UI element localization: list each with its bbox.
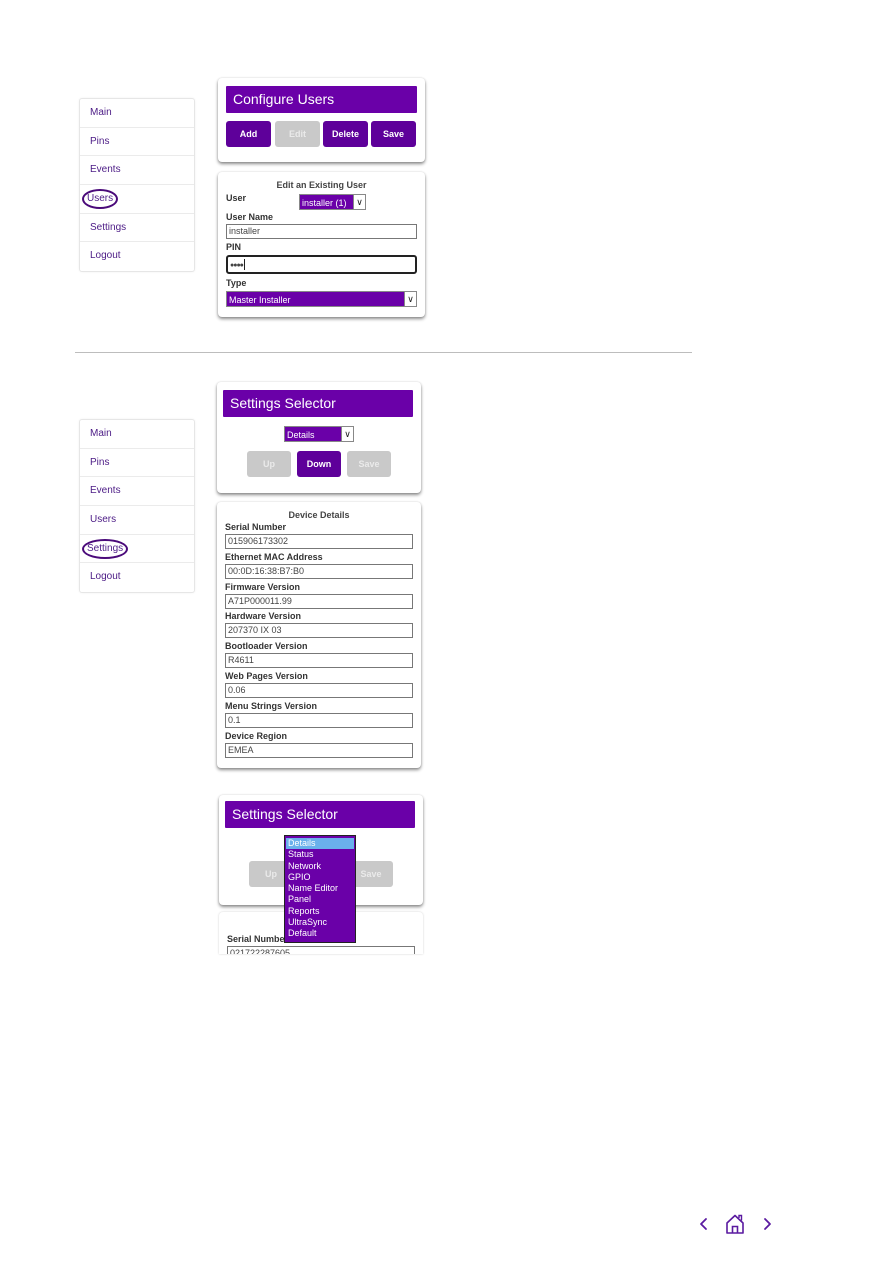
sidebar-item-logout[interactable]: Logout: [80, 242, 194, 271]
chevron-down-icon: ∨: [341, 427, 353, 441]
configure-users-card: Configure Users Add Edit Delete Save: [218, 78, 425, 162]
dropdown-options: Details Status Network GPIO Name Editor Panel…: [286, 838, 354, 940]
dropdown-option-gpio[interactable]: GPIO: [286, 872, 354, 883]
firmware-version-label: Firmware Version: [225, 581, 301, 592]
prev-page-button[interactable]: [697, 1212, 711, 1236]
dropdown-option-ultrasync[interactable]: UltraSync: [286, 917, 354, 928]
ethernet-mac-address-field[interactable]: 00:0D:16:38:B7:B0: [225, 563, 413, 579]
serial-number-label: Serial Number: [225, 522, 287, 532]
serial-number-field[interactable]: 015906173302: [225, 534, 413, 549]
home-icon: [726, 1214, 744, 1234]
type-select[interactable]: Master Installer ∨: [226, 291, 417, 307]
user-select[interactable]: installer (1) ∨: [299, 194, 366, 210]
device-region-field[interactable]: EMEA: [225, 742, 413, 758]
username-input[interactable]: installer: [226, 224, 417, 239]
sidebar-item-settings[interactable]: Settings: [80, 214, 194, 243]
save-button[interactable]: Save: [371, 121, 416, 147]
highlight-circle-users: Users: [82, 189, 119, 210]
sidebar-item-label: Main: [90, 107, 112, 118]
sidebar-item-label: Pins: [90, 135, 110, 147]
settings-select[interactable]: Details ∨: [284, 426, 354, 442]
device-region-label: Device Region: [225, 730, 288, 741]
type-select-value: Master Installer: [229, 295, 291, 305]
highlight-circle-settings: Settings: [82, 538, 129, 559]
edit-user-heading: Edit an Existing User: [276, 180, 367, 190]
settings-selector-title: Settings Selector: [223, 390, 413, 417]
configure-users-title: Configure Users: [226, 86, 417, 113]
sidebar-item-label: Pins: [90, 456, 110, 468]
dropdown-option-default[interactable]: Default: [286, 928, 354, 939]
sidebar-nav-1: Main Pins Events Users Settings Logout: [79, 98, 195, 273]
sidebar-item-pins[interactable]: Pins: [80, 449, 194, 478]
text-cursor: [243, 259, 245, 271]
sidebar-item-label: Users: [87, 193, 114, 205]
dropdown-option-network[interactable]: Network: [286, 861, 354, 872]
sidebar-item-main[interactable]: Main: [80, 99, 194, 128]
type-label: Type: [226, 278, 247, 288]
section-divider: [75, 352, 692, 353]
sidebar-item-users[interactable]: Users: [80, 185, 194, 214]
chevron-down-icon: ∨: [353, 195, 365, 209]
home-button[interactable]: [724, 1212, 746, 1236]
dropdown-option-name-editor[interactable]: Name Editor: [286, 883, 354, 894]
user-label: User: [226, 193, 247, 203]
user-select-value: installer (1): [302, 198, 347, 208]
delete-button[interactable]: Delete: [323, 121, 368, 147]
settings-dropdown-list[interactable]: Details Status Network GPIO Name Editor Panel…: [284, 835, 356, 943]
hardware-version-field[interactable]: 207370 IX 03: [225, 623, 413, 639]
sidebar-item-label: Main: [90, 428, 112, 439]
sidebar-item-settings[interactable]: Settings: [80, 535, 194, 564]
dropdown-option-details[interactable]: Details: [286, 838, 354, 850]
settings-selector-card: Settings Selector Details ∨ Up Down Save: [217, 382, 421, 493]
bootloader-version-field[interactable]: R4611: [225, 653, 413, 669]
sidebar-item-logout[interactable]: Logout: [80, 563, 194, 592]
device-details-heading: Device Details: [288, 510, 350, 520]
web-pages-version-label: Web Pages Version: [225, 671, 308, 681]
username-label: User Name: [226, 212, 274, 222]
chevron-down-icon: ∨: [404, 292, 416, 306]
sidebar-item-pins[interactable]: Pins: [80, 128, 194, 157]
ethernet-mac-address-label: Ethernet MAC Address: [225, 551, 323, 562]
menu-strings-version-field[interactable]: 0.1: [225, 712, 413, 728]
bootloader-version-label: Bootloader Version: [225, 641, 308, 652]
dropdown-option-panel[interactable]: Panel: [286, 894, 354, 905]
dropdown-option-reports[interactable]: Reports: [286, 906, 354, 917]
firmware-version-field[interactable]: A71P000011.99: [225, 593, 413, 609]
edit-user-card: Edit an Existing User User installer (1)…: [218, 172, 425, 317]
sidebar-item-label: Logout: [90, 250, 121, 262]
web-pages-version-field[interactable]: 0.06: [225, 683, 413, 698]
settings-selector-title: Settings Selector: [225, 801, 415, 828]
down-button[interactable]: Down: [297, 451, 341, 477]
sidebar-item-label: Logout: [90, 571, 121, 583]
up-button[interactable]: Up: [247, 451, 291, 477]
sidebar-item-events[interactable]: Events: [80, 477, 194, 507]
hardware-version-label: Hardware Version: [225, 611, 302, 622]
sidebar-item-label: Users: [90, 514, 117, 526]
add-button[interactable]: Add: [226, 121, 271, 147]
pin-label: PIN: [226, 242, 242, 252]
next-page-button[interactable]: [760, 1212, 774, 1236]
sidebar-item-label: Events: [90, 485, 121, 497]
sidebar-nav-2: Main Pins Events Users Settings Logout: [79, 419, 195, 594]
dropdown-option-status[interactable]: Status: [286, 849, 354, 860]
sidebar-item-label: Settings: [87, 542, 124, 554]
edit-button[interactable]: Edit: [275, 121, 320, 147]
sidebar-item-main[interactable]: Main: [80, 420, 194, 449]
device-details-card: Device Details Serial Number 015906173302…: [217, 502, 421, 768]
settings-select-value: Details: [287, 430, 315, 440]
sidebar-item-events[interactable]: Events: [80, 156, 194, 186]
sidebar-item-label: Events: [90, 164, 121, 176]
sidebar-item-users[interactable]: Users: [80, 506, 194, 535]
pin-input[interactable]: ●●●●: [226, 255, 417, 274]
serial-number-field[interactable]: 021722287605: [227, 946, 415, 954]
pin-value: ●●●●: [230, 262, 244, 269]
chevron-right-icon: [764, 1218, 771, 1230]
save-button[interactable]: Save: [347, 451, 391, 477]
menu-strings-version-label: Menu Strings Version: [225, 700, 318, 711]
sidebar-item-label: Settings: [90, 221, 127, 233]
serial-number-label: Serial Numbe: [227, 934, 285, 944]
chevron-left-icon: [700, 1218, 707, 1230]
